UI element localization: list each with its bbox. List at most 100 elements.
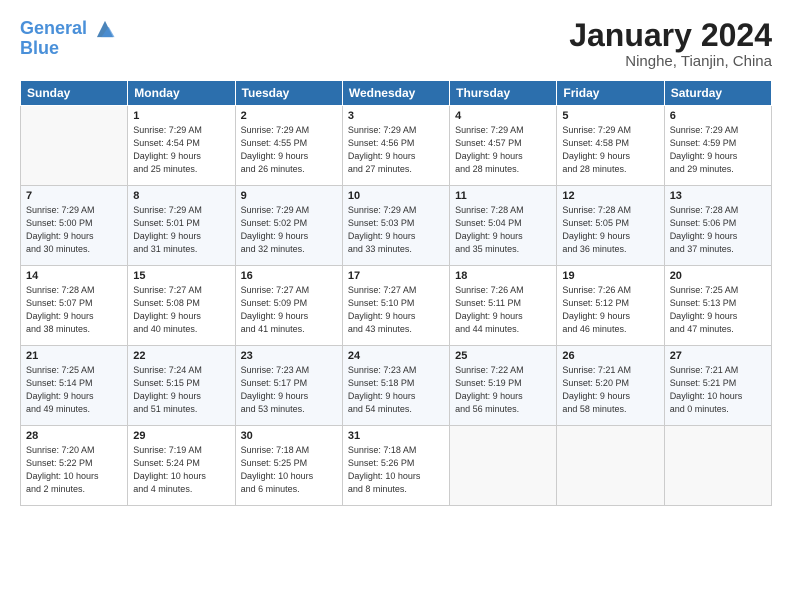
logo: General Blue [20, 18, 116, 59]
calendar-cell: 4 Sunrise: 7:29 AMSunset: 4:57 PMDaylight… [450, 106, 557, 186]
title-block: January 2024 Ninghe, Tianjin, China [569, 18, 772, 70]
calendar-cell: 27 Sunrise: 7:21 AMSunset: 5:21 PMDayligh… [664, 346, 771, 426]
day-info: Sunrise: 7:24 AMSunset: 5:15 PMDaylight:… [133, 364, 229, 416]
day-number: 24 [348, 350, 444, 362]
day-number: 28 [26, 430, 122, 442]
calendar-cell [557, 426, 664, 506]
calendar-cell: 15 Sunrise: 7:27 AMSunset: 5:08 PMDayligh… [128, 266, 235, 346]
day-number: 22 [133, 350, 229, 362]
month-title: January 2024 [569, 18, 772, 53]
calendar-week-3: 14 Sunrise: 7:28 AMSunset: 5:07 PMDayligh… [21, 266, 772, 346]
day-info: Sunrise: 7:29 AMSunset: 4:58 PMDaylight:… [562, 124, 658, 176]
day-number: 2 [241, 110, 337, 122]
day-number: 5 [562, 110, 658, 122]
day-number: 18 [455, 270, 551, 282]
calendar-cell: 12 Sunrise: 7:28 AMSunset: 5:05 PMDayligh… [557, 186, 664, 266]
day-number: 29 [133, 430, 229, 442]
day-header-sunday: Sunday [21, 81, 128, 106]
calendar-week-5: 28Sunrise: 7:20 AMSunset: 5:22 PMDayligh… [21, 426, 772, 506]
day-number: 1 [133, 110, 229, 122]
day-info: Sunrise: 7:29 AMSunset: 5:02 PMDaylight:… [241, 204, 337, 256]
day-info: Sunrise: 7:29 AMSunset: 4:54 PMDaylight:… [133, 124, 229, 176]
calendar-cell: 8 Sunrise: 7:29 AMSunset: 5:01 PMDaylight… [128, 186, 235, 266]
calendar-cell: 24 Sunrise: 7:23 AMSunset: 5:18 PMDayligh… [342, 346, 449, 426]
day-info: Sunrise: 7:29 AMSunset: 5:03 PMDaylight:… [348, 204, 444, 256]
day-info: Sunrise: 7:18 AMSunset: 5:25 PMDaylight:… [241, 444, 337, 496]
calendar-cell: 5 Sunrise: 7:29 AMSunset: 4:58 PMDaylight… [557, 106, 664, 186]
day-number: 13 [670, 190, 766, 202]
day-number: 8 [133, 190, 229, 202]
calendar-week-1: 1 Sunrise: 7:29 AMSunset: 4:54 PMDaylight… [21, 106, 772, 186]
calendar-cell: 18 Sunrise: 7:26 AMSunset: 5:11 PMDayligh… [450, 266, 557, 346]
day-number: 25 [455, 350, 551, 362]
day-number: 12 [562, 190, 658, 202]
day-info: Sunrise: 7:26 AMSunset: 5:12 PMDaylight:… [562, 284, 658, 336]
day-number: 9 [241, 190, 337, 202]
day-info: Sunrise: 7:27 AMSunset: 5:09 PMDaylight:… [241, 284, 337, 336]
day-info: Sunrise: 7:21 AMSunset: 5:21 PMDaylight:… [670, 364, 766, 416]
logo-icon [94, 18, 116, 40]
location: Ninghe, Tianjin, China [569, 53, 772, 70]
calendar-cell: 22 Sunrise: 7:24 AMSunset: 5:15 PMDayligh… [128, 346, 235, 426]
day-info: Sunrise: 7:29 AMSunset: 4:55 PMDaylight:… [241, 124, 337, 176]
day-number: 6 [670, 110, 766, 122]
day-number: 16 [241, 270, 337, 282]
day-info: Sunrise: 7:23 AMSunset: 5:18 PMDaylight:… [348, 364, 444, 416]
calendar: SundayMondayTuesdayWednesdayThursdayFrid… [20, 80, 772, 506]
logo-text: General [20, 18, 116, 40]
calendar-week-2: 7 Sunrise: 7:29 AMSunset: 5:00 PMDaylight… [21, 186, 772, 266]
day-info: Sunrise: 7:29 AMSunset: 5:00 PMDaylight:… [26, 204, 122, 256]
day-header-saturday: Saturday [664, 81, 771, 106]
day-info: Sunrise: 7:25 AMSunset: 5:13 PMDaylight:… [670, 284, 766, 336]
day-number: 11 [455, 190, 551, 202]
day-header-tuesday: Tuesday [235, 81, 342, 106]
day-info: Sunrise: 7:28 AMSunset: 5:04 PMDaylight:… [455, 204, 551, 256]
day-number: 10 [348, 190, 444, 202]
day-info: Sunrise: 7:28 AMSunset: 5:05 PMDaylight:… [562, 204, 658, 256]
calendar-cell: 21Sunrise: 7:25 AMSunset: 5:14 PMDayligh… [21, 346, 128, 426]
calendar-cell: 14 Sunrise: 7:28 AMSunset: 5:07 PMDayligh… [21, 266, 128, 346]
day-info: Sunrise: 7:27 AMSunset: 5:08 PMDaylight:… [133, 284, 229, 336]
calendar-cell [450, 426, 557, 506]
day-info: Sunrise: 7:27 AMSunset: 5:10 PMDaylight:… [348, 284, 444, 336]
day-number: 19 [562, 270, 658, 282]
day-info: Sunrise: 7:29 AMSunset: 4:57 PMDaylight:… [455, 124, 551, 176]
calendar-cell: 28Sunrise: 7:20 AMSunset: 5:22 PMDayligh… [21, 426, 128, 506]
day-number: 30 [241, 430, 337, 442]
day-number: 14 [26, 270, 122, 282]
day-info: Sunrise: 7:28 AMSunset: 5:06 PMDaylight:… [670, 204, 766, 256]
day-info: Sunrise: 7:29 AMSunset: 4:56 PMDaylight:… [348, 124, 444, 176]
header: General Blue January 2024 Ninghe, Tianji… [20, 18, 772, 70]
page: General Blue January 2024 Ninghe, Tianji… [0, 0, 792, 612]
day-number: 20 [670, 270, 766, 282]
logo-blue: Blue [20, 38, 116, 59]
calendar-cell: 9 Sunrise: 7:29 AMSunset: 5:02 PMDaylight… [235, 186, 342, 266]
calendar-cell [21, 106, 128, 186]
day-header-thursday: Thursday [450, 81, 557, 106]
day-header-friday: Friday [557, 81, 664, 106]
day-info: Sunrise: 7:19 AMSunset: 5:24 PMDaylight:… [133, 444, 229, 496]
day-number: 4 [455, 110, 551, 122]
calendar-cell: 25Sunrise: 7:22 AMSunset: 5:19 PMDayligh… [450, 346, 557, 426]
day-number: 15 [133, 270, 229, 282]
day-info: Sunrise: 7:26 AMSunset: 5:11 PMDaylight:… [455, 284, 551, 336]
calendar-cell: 20 Sunrise: 7:25 AMSunset: 5:13 PMDayligh… [664, 266, 771, 346]
calendar-cell: 29 Sunrise: 7:19 AMSunset: 5:24 PMDayligh… [128, 426, 235, 506]
day-info: Sunrise: 7:29 AMSunset: 4:59 PMDaylight:… [670, 124, 766, 176]
calendar-cell: 19 Sunrise: 7:26 AMSunset: 5:12 PMDayligh… [557, 266, 664, 346]
calendar-header-row: SundayMondayTuesdayWednesdayThursdayFrid… [21, 81, 772, 106]
day-number: 3 [348, 110, 444, 122]
calendar-cell: 13 Sunrise: 7:28 AMSunset: 5:06 PMDayligh… [664, 186, 771, 266]
day-info: Sunrise: 7:23 AMSunset: 5:17 PMDaylight:… [241, 364, 337, 416]
calendar-cell [664, 426, 771, 506]
calendar-cell: 26Sunrise: 7:21 AMSunset: 5:20 PMDayligh… [557, 346, 664, 426]
calendar-cell: 30 Sunrise: 7:18 AMSunset: 5:25 PMDayligh… [235, 426, 342, 506]
day-info: Sunrise: 7:28 AMSunset: 5:07 PMDaylight:… [26, 284, 122, 336]
day-number: 17 [348, 270, 444, 282]
calendar-cell: 6 Sunrise: 7:29 AMSunset: 4:59 PMDaylight… [664, 106, 771, 186]
day-header-monday: Monday [128, 81, 235, 106]
day-info: Sunrise: 7:29 AMSunset: 5:01 PMDaylight:… [133, 204, 229, 256]
day-number: 7 [26, 190, 122, 202]
day-number: 27 [670, 350, 766, 362]
calendar-cell: 11 Sunrise: 7:28 AMSunset: 5:04 PMDayligh… [450, 186, 557, 266]
